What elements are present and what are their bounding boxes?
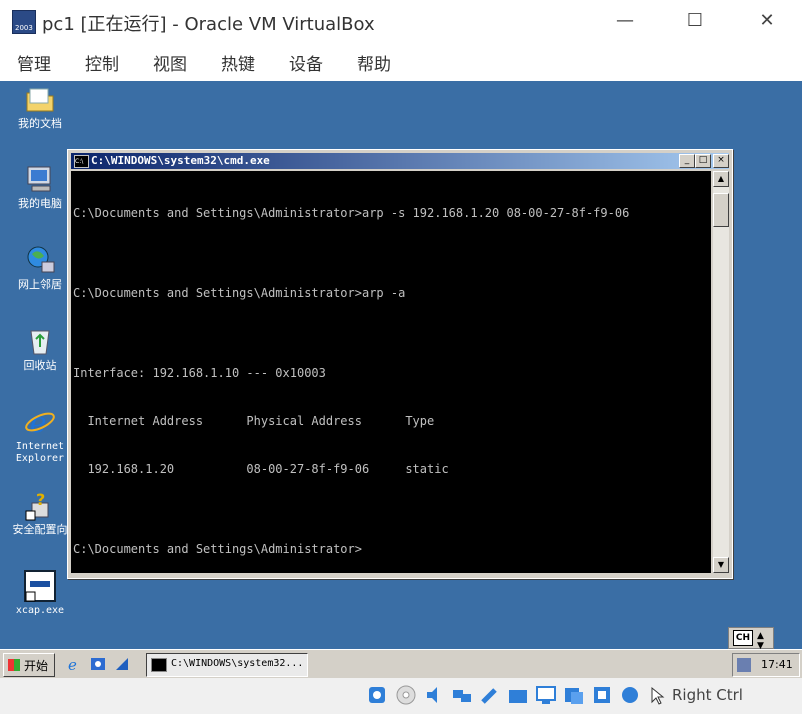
mouse-integration-icon[interactable] (619, 684, 641, 706)
language-options-icon[interactable]: ▲ ▼ (757, 631, 764, 651)
console-output[interactable]: C:\Documents and Settings\Administrator>… (71, 171, 711, 573)
console-line: C:\Documents and Settings\Administrator> (73, 542, 362, 556)
scroll-down-icon[interactable]: ▼ (713, 557, 729, 573)
shared-folders-icon[interactable] (507, 684, 529, 706)
vm-icon-label: 2003 (15, 24, 33, 32)
language-bar[interactable]: CH ▲ ▼ (728, 627, 774, 651)
console-line: C:\Documents and Settings\Administrator>… (73, 286, 406, 300)
menu-devices[interactable]: 设备 (289, 50, 323, 75)
minimize-button[interactable]: — (602, 6, 648, 36)
quicklaunch-media-icon[interactable] (114, 656, 130, 672)
menu-manage[interactable]: 管理 (17, 50, 51, 75)
video-capture-icon[interactable] (563, 684, 585, 706)
cmd-vertical-scrollbar[interactable]: ▲ ▼ (713, 171, 729, 573)
menu-control[interactable]: 控制 (85, 50, 119, 75)
scroll-thumb[interactable] (713, 193, 729, 227)
quicklaunch-ie-icon[interactable]: e (66, 656, 82, 674)
console-line: C:\Documents and Settings\Administrator>… (73, 206, 630, 220)
folder-icon (24, 83, 56, 115)
menu-help[interactable]: 帮助 (357, 50, 391, 75)
virtualbox-vm-icon: 2003 (12, 10, 36, 34)
quicklaunch-outlook-icon[interactable] (90, 656, 106, 672)
windows-logo-icon (8, 659, 20, 671)
security-wizard-icon: ? (24, 489, 56, 521)
usb-icon[interactable] (479, 684, 501, 706)
cmd-title: C:\WINDOWS\system32\cmd.exe (91, 154, 270, 167)
audio-icon[interactable] (423, 684, 445, 706)
host-key-label[interactable]: Right Ctrl (672, 686, 743, 704)
host-menu-bar: 管理 控制 视图 热键 设备 帮助 (0, 44, 802, 81)
start-label: 开始 (24, 659, 49, 673)
console-line: Internet Address Physical Address Type (73, 414, 435, 428)
menu-hotkey[interactable]: 热键 (221, 50, 255, 75)
internet-explorer-icon: e (24, 406, 56, 439)
cmd-close-button[interactable]: × (713, 154, 729, 168)
cmd-minimize-button[interactable]: _ (679, 154, 695, 168)
desktop-icon-my-documents[interactable]: 我的文档 (1, 83, 79, 130)
taskbar-cmd-button[interactable]: C:\WINDOWS\system32... (146, 653, 308, 677)
hard-disk-icon[interactable] (366, 684, 388, 706)
taskbar-cmd-label: C:\WINDOWS\system32... (171, 658, 304, 669)
cpu-icon[interactable] (591, 684, 613, 706)
recycle-bin-icon (24, 325, 56, 357)
network-adapter-icon[interactable] (451, 684, 473, 706)
desktop-icon-label: xcap.exe (15, 605, 65, 616)
guest-taskbar: 开始 e C:\WINDOWS\system32... 17:41 (0, 649, 802, 679)
maximize-button[interactable]: ☐ (672, 6, 718, 36)
network-icon (24, 244, 56, 276)
system-tray: 17:41 (732, 653, 800, 677)
guest-desktop: 我的文档 我的电脑 网上邻居 回收站 e Internet Explorer ?… (0, 81, 802, 651)
menu-view[interactable]: 视图 (153, 50, 187, 75)
display-icon[interactable] (535, 684, 557, 706)
start-button[interactable]: 开始 (3, 653, 55, 677)
close-button[interactable]: ✕ (744, 6, 790, 36)
host-title-bar: 2003 pc1 [正在运行] - Oracle VM VirtualBox —… (0, 0, 802, 44)
svg-text:?: ? (36, 490, 45, 509)
cmd-window-icon: C:\ (74, 155, 89, 168)
window-title: pc1 [正在运行] - Oracle VM VirtualBox (42, 14, 375, 35)
exe-shortcut-icon (24, 570, 56, 602)
tray-network-icon[interactable] (737, 658, 751, 672)
desktop-icon-label: 我的文档 (18, 117, 62, 130)
language-indicator[interactable]: CH (733, 630, 753, 646)
console-line: 192.168.1.20 08-00-27-8f-f9-06 static (73, 462, 449, 476)
cmd-window[interactable]: C:\ C:\WINDOWS\system32\cmd.exe _ □ × C:… (67, 149, 733, 579)
cmd-icon (151, 658, 167, 672)
cmd-maximize-button[interactable]: □ (695, 154, 711, 168)
optical-drive-icon[interactable] (395, 684, 417, 706)
clock: 17:41 (761, 658, 793, 671)
computer-icon (24, 163, 56, 195)
scroll-up-icon[interactable]: ▲ (713, 171, 729, 187)
svg-text:e: e (30, 406, 47, 438)
svg-text:e: e (68, 656, 77, 672)
keyboard-capture-icon[interactable] (647, 684, 669, 706)
cmd-title-bar[interactable]: C:\ C:\WINDOWS\system32\cmd.exe _ □ × (71, 153, 729, 169)
console-line: Interface: 192.168.1.10 --- 0x10003 (73, 366, 326, 380)
host-status-bar: Right Ctrl (0, 678, 802, 714)
